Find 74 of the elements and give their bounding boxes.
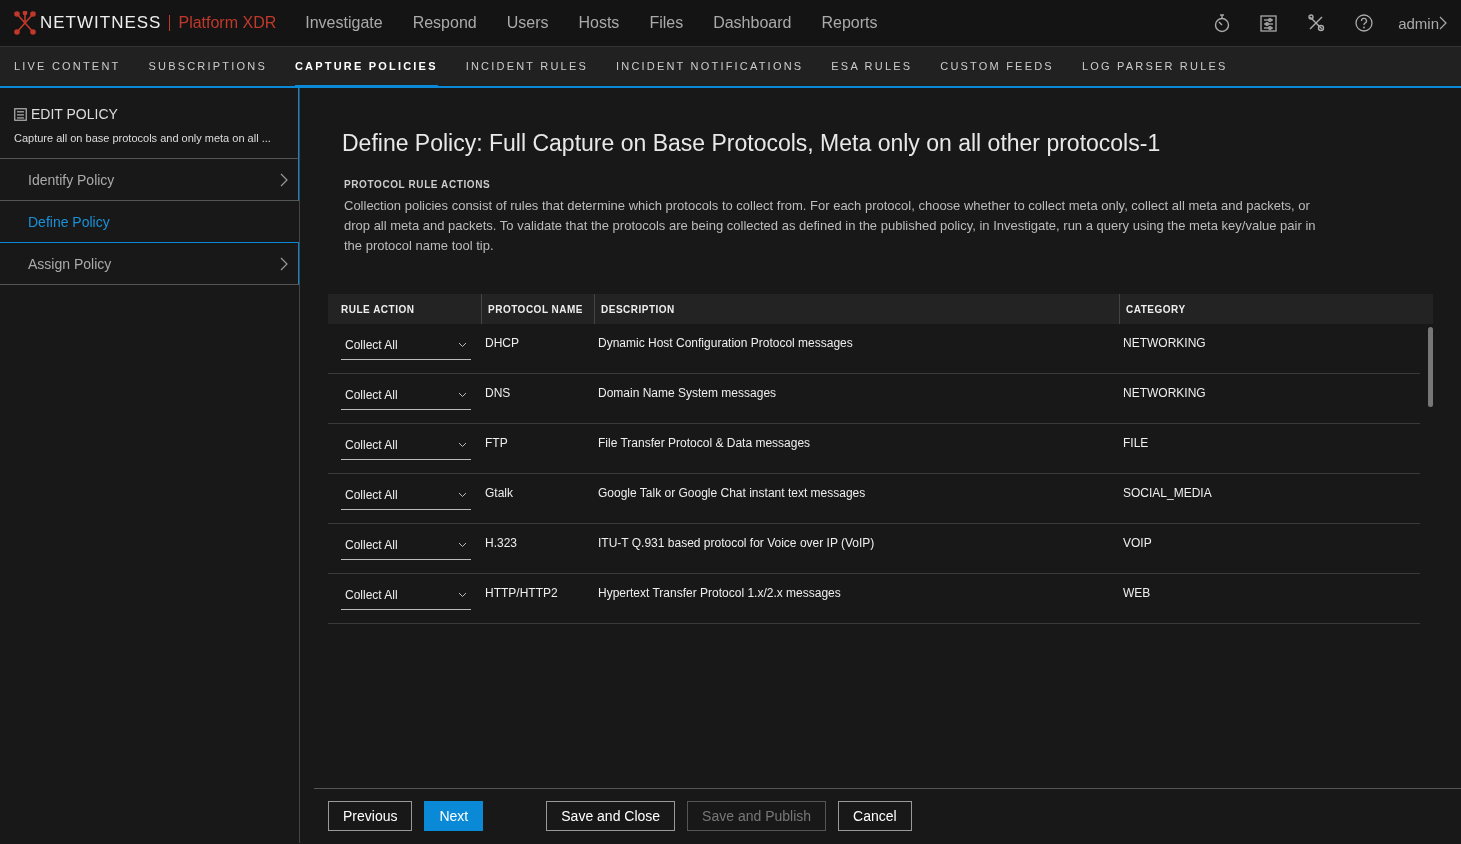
- tools-icon[interactable]: [1307, 14, 1326, 32]
- rule-action-dropdown[interactable]: Collect All: [341, 430, 471, 460]
- chevron-right-icon: [280, 256, 288, 271]
- footer-button[interactable]: Cancel: [838, 801, 912, 831]
- rule-action-dropdown[interactable]: Collect All: [341, 480, 471, 510]
- stopwatch-icon[interactable]: [1214, 13, 1231, 33]
- nav-link[interactable]: Reports: [821, 14, 878, 32]
- caret-icon: [458, 541, 467, 548]
- chevron-right-icon: [1439, 16, 1447, 30]
- settings-panel-icon[interactable]: [1260, 14, 1278, 32]
- nav-link[interactable]: Users: [506, 14, 549, 32]
- footer-button[interactable]: Save and Close: [546, 801, 676, 831]
- rule-action-dropdown[interactable]: Collect All: [341, 330, 471, 360]
- table-cell-text: HTTP/HTTP2: [484, 585, 559, 602]
- settings-panel-icon: [14, 107, 27, 121]
- tab[interactable]: INCIDENT NOTIFICATIONS: [616, 47, 804, 88]
- caret-icon: [458, 341, 467, 348]
- tab[interactable]: LOG PARSER RULES: [1081, 47, 1228, 88]
- section-heading: PROTOCOL RULE ACTIONS: [343, 179, 492, 190]
- nav-link[interactable]: Hosts: [578, 14, 620, 32]
- nav-link[interactable]: Respond: [412, 14, 477, 32]
- table-cell-text: DNS: [484, 385, 512, 402]
- description-text: Collection policies consist of rules that determine which protocols to collect from. For each protocol, choose whether to collect meta only, collect all meta and packets, or drop all meta and packets. To validate that the protocols are being collected as defined in the published policy, in Investigate, run a query using the meta key/value pair in the protocol name tool tip.: [344, 197, 1317, 255]
- wizard-step[interactable]: Identify Policy: [0, 159, 299, 201]
- column-header: RULE ACTION: [340, 302, 416, 317]
- table-cell-text: DHCP: [484, 335, 520, 352]
- rule-action-dropdown[interactable]: Collect All: [341, 580, 471, 610]
- table-cell-text: ITU-T Q.931 based protocol for Voice over IP (VoIP): [597, 535, 876, 552]
- nav-link[interactable]: Files: [649, 14, 684, 32]
- product-name: Platform XDR: [178, 14, 277, 32]
- wizard-step[interactable]: Assign Policy: [0, 243, 299, 285]
- caret-icon: [458, 591, 467, 598]
- table-cell-text: NETWORKING: [1122, 385, 1207, 402]
- caret-icon: [458, 441, 467, 448]
- policy-name: Capture all on base protocols and only meta on all ...: [14, 132, 272, 144]
- table-cell-text: VOIP: [1122, 535, 1153, 552]
- column-header: DESCRIPTION: [594, 294, 1119, 324]
- help-icon[interactable]: [1355, 14, 1374, 32]
- column-header: PROTOCOL NAME: [481, 294, 594, 324]
- tab[interactable]: INCIDENT RULES: [465, 47, 588, 88]
- table-cell-text: Gtalk: [484, 485, 514, 502]
- table-cell-text: H.323: [484, 535, 519, 552]
- tab[interactable]: ESA RULES: [831, 47, 913, 88]
- user-menu[interactable]: admin: [1398, 14, 1439, 32]
- wizard-step[interactable]: Define Policy: [0, 201, 299, 243]
- tab[interactable]: LIVE CONTENT: [14, 47, 121, 88]
- table-cell-text: Hypertext Transfer Protocol 1.x/2.x messages: [597, 585, 842, 602]
- chevron-right-icon: [280, 172, 288, 187]
- rule-action-dropdown[interactable]: Collect All: [341, 380, 471, 410]
- column-header: CATEGORY: [1119, 294, 1433, 324]
- table-cell-text: FILE: [1122, 435, 1150, 452]
- caret-icon: [458, 491, 467, 498]
- table-cell-text: FTP: [484, 435, 509, 452]
- caret-icon: [458, 391, 467, 398]
- table-cell-text: Domain Name System messages: [597, 385, 778, 402]
- rule-action-dropdown[interactable]: Collect All: [341, 530, 471, 560]
- table-cell-text: File Transfer Protocol & Data messages: [597, 435, 812, 452]
- logo-icon: [14, 11, 36, 35]
- table-cell-text: SOCIAL_MEDIA: [1122, 485, 1213, 502]
- scrollbar[interactable]: [1428, 327, 1433, 407]
- table-cell-text: Dynamic Host Configuration Protocol messages: [597, 335, 854, 352]
- tab[interactable]: CAPTURE POLICIES: [294, 47, 438, 88]
- brand-name: NETWITNESS: [40, 13, 162, 33]
- nav-link[interactable]: Investigate: [305, 14, 383, 32]
- tab[interactable]: CUSTOM FEEDS: [940, 47, 1054, 88]
- panel-title: EDIT POLICY: [31, 106, 118, 122]
- table-cell-text: NETWORKING: [1122, 335, 1207, 352]
- next-button[interactable]: Next: [424, 801, 484, 831]
- table-cell-text: WEB: [1122, 585, 1152, 602]
- nav-link[interactable]: Dashboard: [713, 14, 792, 32]
- table-cell-text: Google Talk or Google Chat instant text messages: [597, 485, 867, 502]
- footer-button[interactable]: Previous: [328, 801, 413, 831]
- page-title: Define Policy: Full Capture on Base Protocols, Meta only on all other protocols-1: [342, 130, 1162, 157]
- tab[interactable]: SUBSCRIPTIONS: [148, 47, 267, 88]
